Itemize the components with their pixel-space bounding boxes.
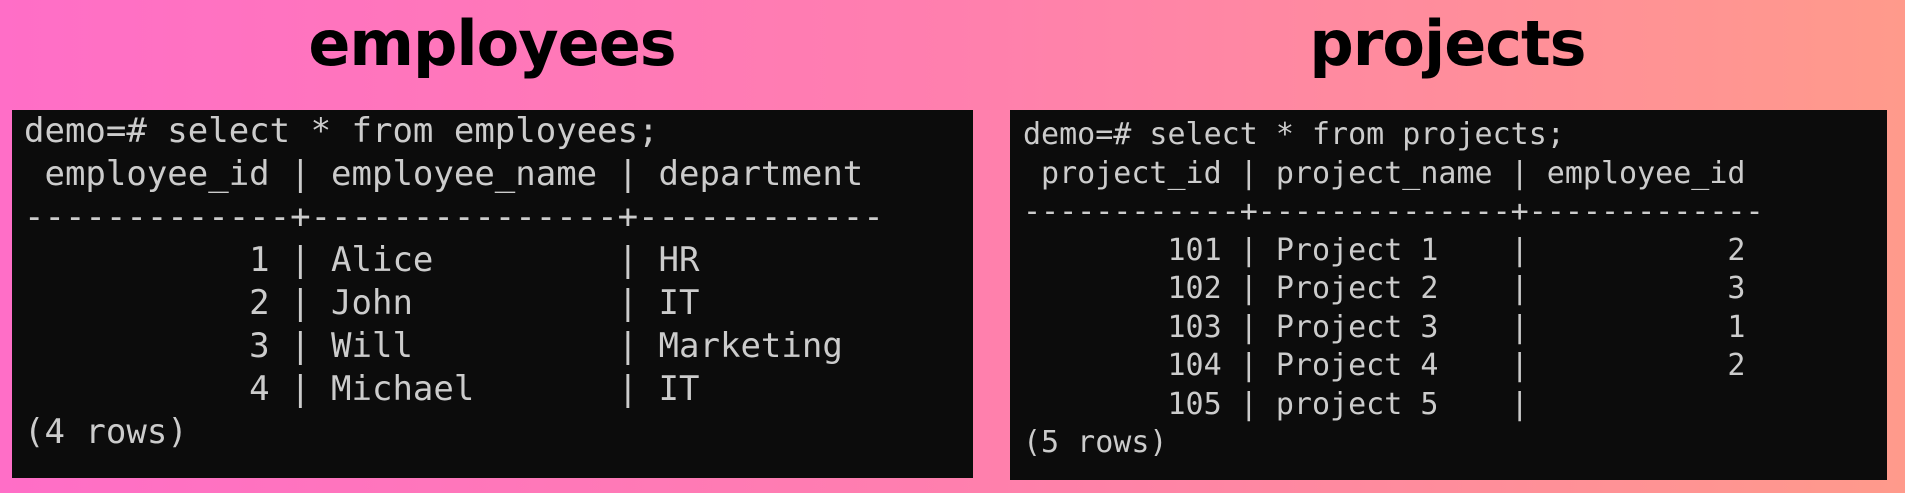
table-row: 103 | Project 3 | 1	[1023, 309, 1746, 345]
table-header: employee_id | employee_name | department	[24, 154, 864, 194]
table-separator: ------------+--------------+------------…	[1023, 194, 1764, 229]
employees-terminal-window[interactable]: demo=# select * from employees; employee…	[12, 110, 973, 478]
table-row: 104 | Project 4 | 2	[1023, 348, 1746, 383]
table-row: 2 | John | IT	[24, 283, 700, 323]
row-count-footer: (4 rows)	[24, 412, 188, 452]
table-row: 3 | Will | Marketing	[24, 326, 843, 366]
table-row: 102 | Project 2 | 3	[1023, 271, 1746, 306]
projects-title: projects	[1309, 7, 1586, 80]
table-row: 101 | Project 1 | 2	[1023, 232, 1746, 268]
command-line: demo=# select * from projects;	[1023, 117, 1565, 152]
employees-title: employees	[308, 7, 676, 80]
table-row: 105 | project 5 |	[1023, 386, 1529, 422]
table-row: 4 | Michael | IT	[24, 369, 700, 409]
table-separator: -------------+---------------+----------…	[24, 197, 884, 237]
row-count-footer: (5 rows)	[1023, 425, 1168, 460]
projects-terminal-window[interactable]: demo=# select * from projects; project_i…	[1010, 110, 1887, 480]
command-line: demo=# select * from employees;	[24, 111, 659, 151]
table-header: project_id | project_name | employee_id	[1023, 155, 1746, 191]
table-row: 1 | Alice | HR	[24, 240, 700, 280]
